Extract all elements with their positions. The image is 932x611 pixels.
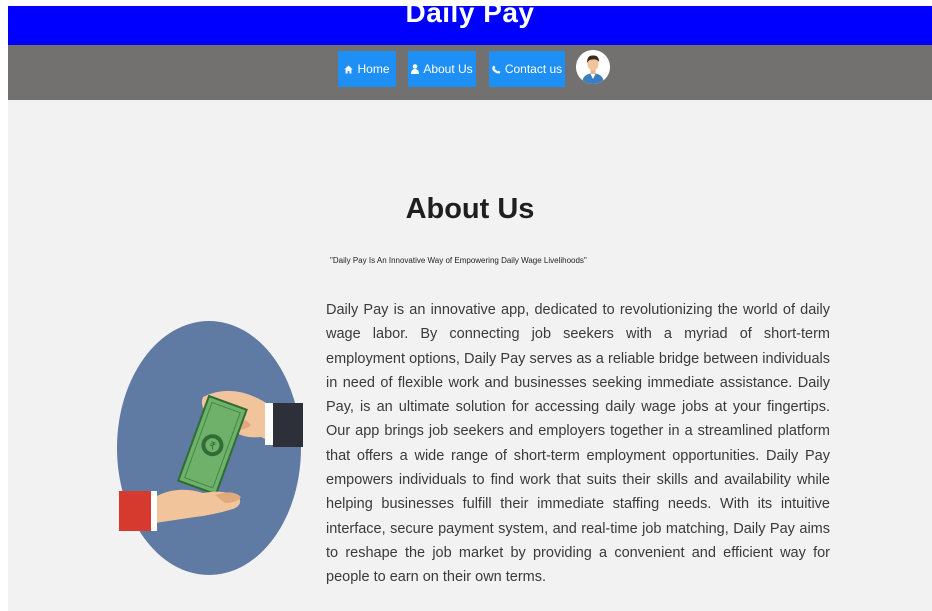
about-description: Daily Pay is an innovative app, dedicate… [326, 302, 830, 586]
user-avatar[interactable] [576, 50, 610, 84]
brand-title: Daily Pay [405, 6, 535, 28]
page-title: About Us [405, 193, 535, 225]
nav-about-button[interactable]: About Us [408, 51, 476, 87]
nav-home-button[interactable]: Home [338, 51, 396, 87]
tagline: "Daily Pay Is An Innovative Way of Empow… [330, 256, 587, 265]
brand-header: Daily Pay [8, 6, 932, 45]
nav-contact-label: Contact us [504, 62, 563, 76]
nav-home-label: Home [357, 62, 390, 76]
nav-about-label: About Us [423, 62, 473, 76]
nav-contact-button[interactable]: Contact us [489, 51, 565, 87]
phone-icon [492, 65, 501, 73]
user-avatar-icon [576, 50, 610, 84]
home-icon [344, 64, 354, 74]
user-icon [411, 64, 420, 74]
page: Daily Pay Home About Us Contact us About… [8, 6, 932, 611]
nav-bar: Home About Us Contact us [8, 45, 932, 100]
hand-giving-money-illustration: ₹ [115, 319, 305, 577]
